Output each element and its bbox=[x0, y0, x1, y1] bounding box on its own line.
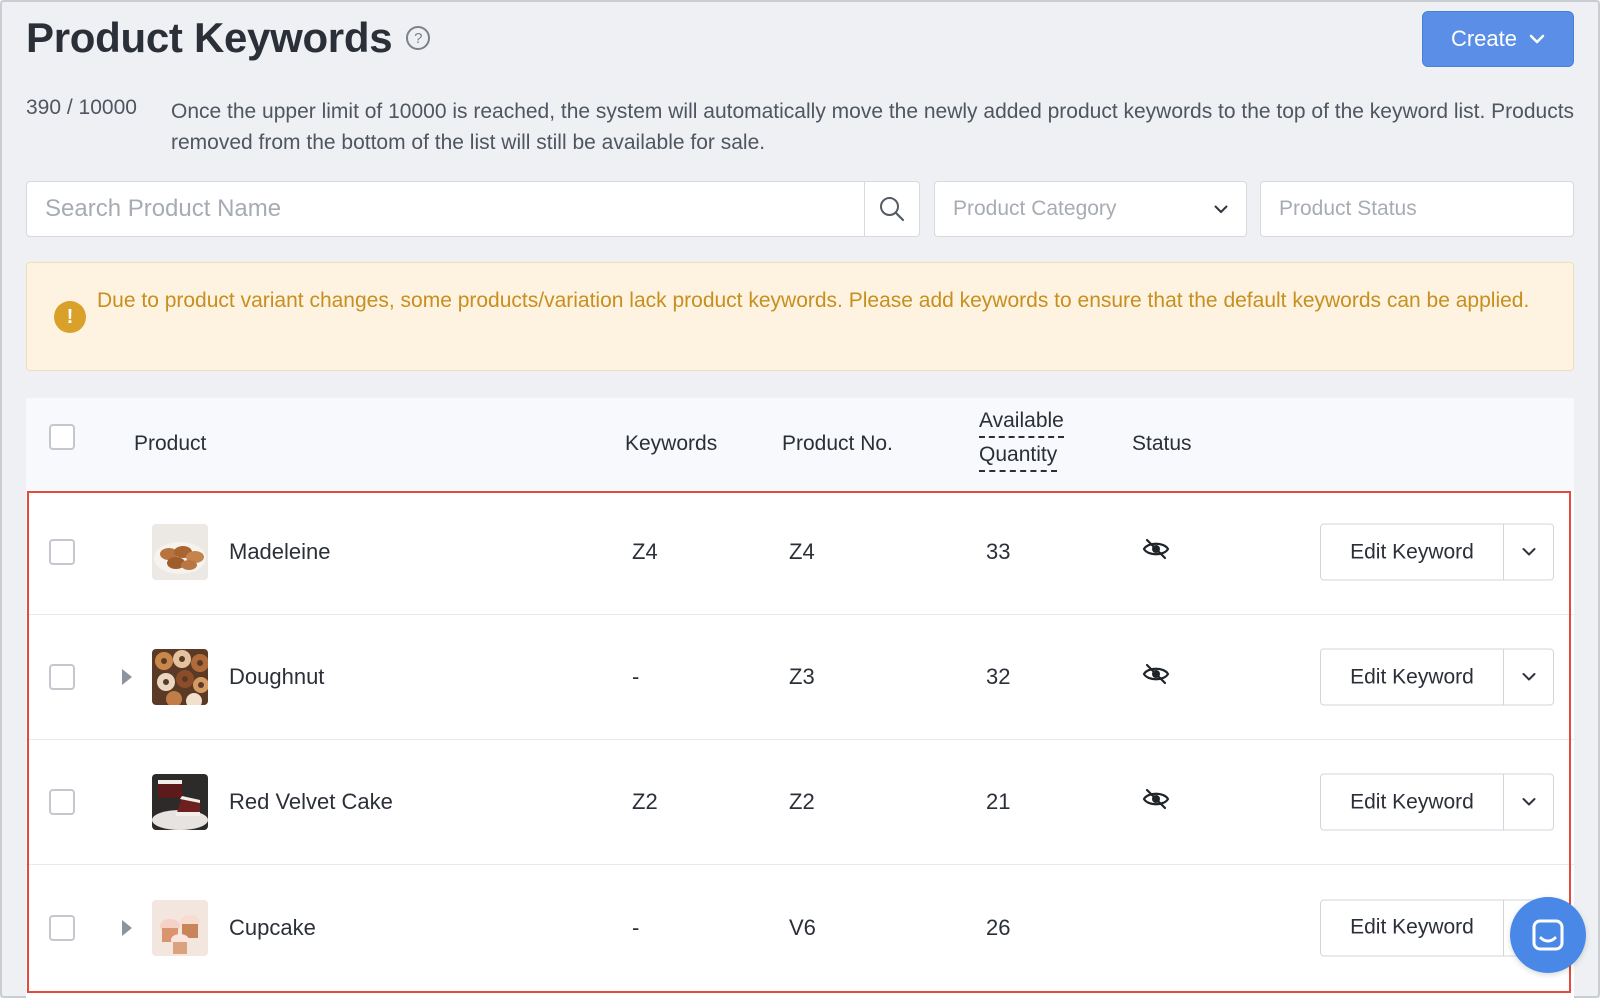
row-checkbox[interactable] bbox=[49, 539, 75, 565]
row-checkbox[interactable] bbox=[49, 914, 75, 941]
keyword-count: 390 / 10000 bbox=[26, 96, 137, 119]
product-name[interactable]: Red Velvet Cake bbox=[229, 789, 393, 815]
select-all-checkbox[interactable] bbox=[49, 424, 75, 450]
expand-variants-icon[interactable] bbox=[122, 919, 132, 936]
alert-message: Due to product variant changes, some pro… bbox=[97, 289, 1530, 312]
eye-hidden-icon[interactable] bbox=[1142, 663, 1170, 691]
create-button[interactable]: Create bbox=[1422, 11, 1574, 67]
chevron-down-icon bbox=[1522, 673, 1535, 681]
column-product: Product bbox=[134, 432, 207, 455]
available-label: Available bbox=[979, 406, 1064, 438]
edit-keyword-group: Edit Keyword bbox=[1320, 648, 1554, 706]
quantity-value: 33 bbox=[986, 539, 1011, 564]
table-header: Product Keywords Product No. Available Q… bbox=[26, 398, 1574, 490]
edit-keyword-dropdown[interactable] bbox=[1504, 775, 1553, 830]
column-keywords: Keywords bbox=[625, 432, 718, 455]
table-row: Cupcake - V6 26 Edit Keyword bbox=[26, 865, 1574, 990]
column-available-quantity[interactable]: Available Quantity bbox=[979, 404, 1064, 472]
eye-hidden-icon[interactable] bbox=[1142, 538, 1170, 566]
table-row: Doughnut - Z3 32 Edit Keyword bbox=[26, 615, 1574, 740]
chevron-down-icon bbox=[1522, 548, 1535, 556]
help-icon[interactable]: ? bbox=[406, 26, 431, 50]
product-thumbnail bbox=[152, 899, 208, 956]
category-placeholder: Product Category bbox=[953, 197, 1117, 220]
edit-keyword-dropdown[interactable] bbox=[1504, 525, 1553, 580]
edit-keyword-dropdown[interactable] bbox=[1504, 650, 1553, 705]
edit-keyword-button[interactable]: Edit Keyword bbox=[1321, 774, 1504, 830]
create-button-label: Create bbox=[1450, 26, 1518, 51]
table-row: Madeleine Z4 Z4 33 Edit Keyword bbox=[26, 490, 1574, 615]
product-no-value: Z4 bbox=[789, 539, 815, 564]
product-category-select[interactable]: Product Category bbox=[934, 181, 1247, 237]
edit-keyword-button[interactable]: Edit Keyword bbox=[1321, 524, 1504, 580]
edit-keyword-group: Edit Keyword bbox=[1320, 523, 1554, 581]
product-no-value: V6 bbox=[789, 914, 816, 940]
chevron-down-icon bbox=[1529, 34, 1545, 44]
variant-warning-alert: ! Due to product variant changes, some p… bbox=[26, 262, 1574, 371]
quantity-value: 21 bbox=[986, 789, 1011, 814]
quantity-value: 32 bbox=[986, 664, 1011, 689]
product-thumbnail bbox=[152, 774, 208, 830]
status-placeholder: Product Status bbox=[1279, 197, 1417, 220]
row-checkbox[interactable] bbox=[49, 664, 75, 690]
chevron-down-icon bbox=[1214, 205, 1228, 213]
row-checkbox[interactable] bbox=[49, 789, 75, 815]
keywords-value: - bbox=[632, 914, 640, 940]
column-status: Status bbox=[1132, 432, 1192, 455]
eye-hidden-icon[interactable] bbox=[1142, 788, 1170, 816]
column-product-no: Product No. bbox=[782, 432, 893, 455]
edit-keyword-button[interactable]: Edit Keyword bbox=[1321, 900, 1504, 955]
edit-keyword-group: Edit Keyword bbox=[1320, 773, 1554, 831]
table-row: Red Velvet Cake Z2 Z2 21 Edit Keyword bbox=[26, 740, 1574, 865]
page-title: Product Keywords bbox=[26, 14, 393, 61]
chat-support-button[interactable] bbox=[1510, 897, 1586, 973]
warning-glyph: ! bbox=[66, 305, 74, 328]
quantity-value: 26 bbox=[986, 914, 1011, 940]
page-header: Product Keywords ? bbox=[26, 14, 431, 62]
keywords-value: - bbox=[632, 664, 640, 689]
keywords-value: Z2 bbox=[632, 789, 658, 814]
warning-icon: ! bbox=[54, 301, 86, 333]
quantity-label: Quantity bbox=[979, 440, 1058, 472]
search-button[interactable] bbox=[864, 182, 919, 236]
product-thumbnail bbox=[152, 649, 208, 705]
expand-variants-icon[interactable] bbox=[122, 669, 132, 685]
product-status-select[interactable]: Product Status bbox=[1260, 181, 1574, 237]
product-no-value: Z2 bbox=[789, 789, 815, 814]
product-name[interactable]: Cupcake bbox=[229, 915, 316, 941]
product-no-value: Z3 bbox=[789, 664, 815, 689]
product-name[interactable]: Doughnut bbox=[229, 664, 324, 690]
product-table: Product Keywords Product No. Available Q… bbox=[26, 398, 1574, 998]
limit-info-text: Once the upper limit of 10000 is reached… bbox=[171, 100, 1575, 154]
product-thumbnail bbox=[152, 524, 208, 580]
help-glyph: ? bbox=[414, 29, 423, 47]
keywords-value: Z4 bbox=[632, 539, 658, 564]
search-box bbox=[26, 181, 920, 237]
search-icon bbox=[880, 197, 905, 222]
edit-keyword-button[interactable]: Edit Keyword bbox=[1321, 649, 1504, 705]
product-name[interactable]: Madeleine bbox=[229, 539, 331, 565]
search-input[interactable] bbox=[27, 182, 864, 236]
chevron-down-icon bbox=[1522, 798, 1535, 806]
chat-icon bbox=[1532, 919, 1564, 951]
